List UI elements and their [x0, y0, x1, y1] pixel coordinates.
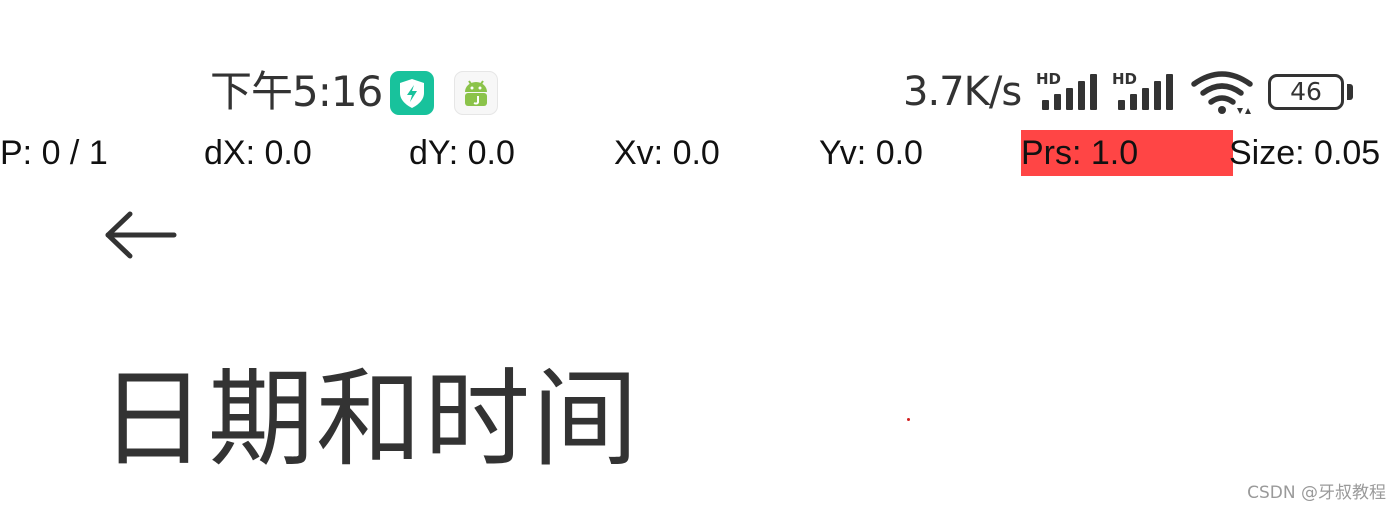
arrow-left-icon: [105, 211, 177, 259]
battery-icon: 46: [1268, 74, 1344, 110]
svg-text:HD: HD: [1036, 70, 1061, 88]
battery-level: 46: [1290, 77, 1322, 106]
svg-text:HD: HD: [1112, 70, 1137, 88]
wifi-icon: [1191, 71, 1253, 114]
touch-size: Size: 0.05: [1229, 134, 1381, 172]
signal-strength-icon: HD: [1112, 70, 1173, 110]
velocity-x: Xv: 0.0: [614, 134, 720, 172]
page-title: 日期和时间: [100, 358, 640, 481]
back-button[interactable]: [100, 205, 180, 265]
android-icon: [454, 71, 498, 115]
status-time: 下午5:16: [210, 67, 383, 116]
battery-tip: [1347, 84, 1353, 100]
delta-y: dY: 0.0: [409, 134, 515, 172]
network-speed: 3.7K/s: [903, 69, 1022, 115]
touch-point-marker: [907, 418, 910, 421]
pressure: Prs: 1.0: [1021, 130, 1235, 176]
delta-x: dX: 0.0: [204, 134, 312, 172]
watermark: CSDN @牙叔教程: [1247, 483, 1386, 503]
pointer-count: P: 0 / 1: [0, 134, 108, 172]
velocity-y: Yv: 0.0: [819, 134, 923, 172]
signal-strength-icon: HD: [1036, 70, 1097, 110]
pointer-location-overlay: P: 0 / 1 dX: 0.0 dY: 0.0 Xv: 0.0 Yv: 0.0…: [0, 130, 1400, 176]
shield-lightning-icon: [390, 71, 434, 115]
